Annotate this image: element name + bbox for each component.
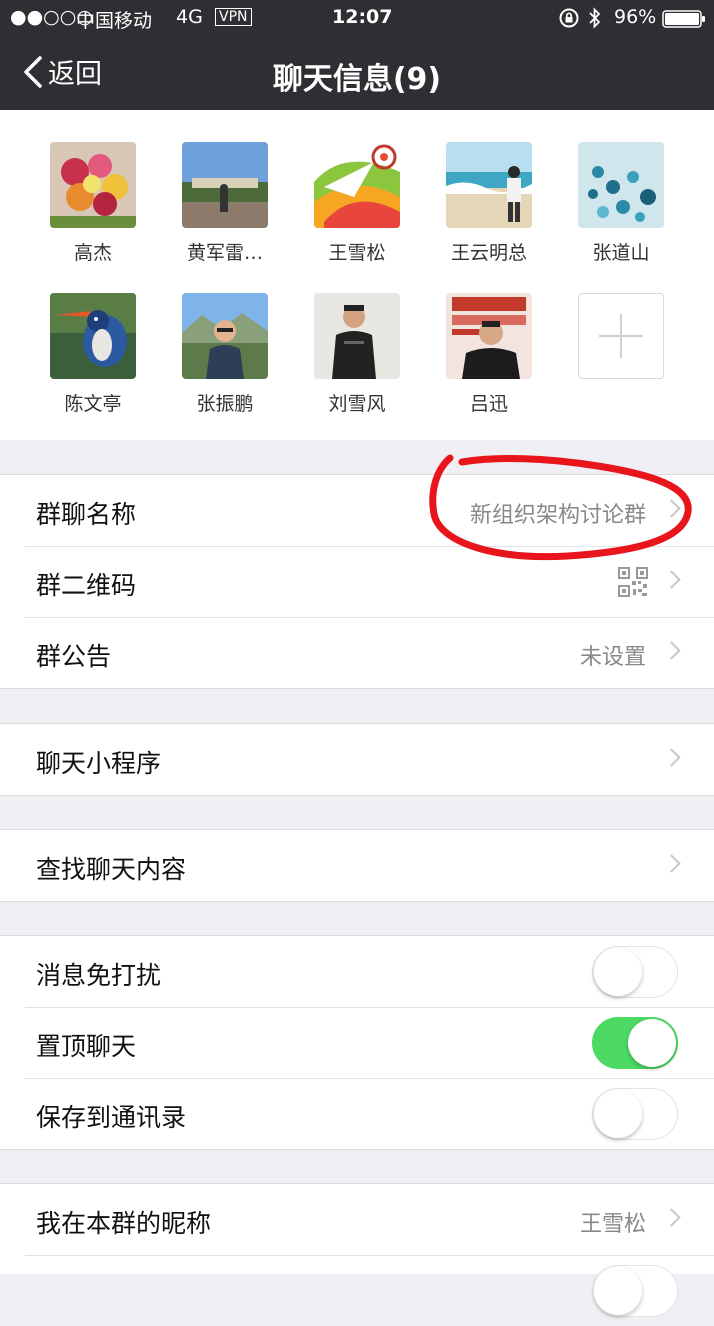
- red-annotation-circle: [429, 454, 692, 561]
- avatar[interactable]: [578, 142, 664, 228]
- mini-programs-row[interactable]: 聊天小程序: [0, 724, 714, 795]
- mini-program-section: 聊天小程序: [0, 723, 714, 796]
- navigation-bar: 返回 聊天信息(9): [0, 36, 714, 110]
- member-name: 张振鹏: [196, 393, 254, 415]
- avatar[interactable]: [182, 293, 268, 379]
- member-name: 王云明总: [450, 242, 527, 264]
- member-item[interactable]: 刘雪风: [297, 293, 417, 416]
- member-item[interactable]: 张道山: [561, 142, 681, 265]
- announcement-label: 群公告: [36, 642, 112, 671]
- member-item[interactable]: 吕迅: [429, 293, 549, 416]
- member-item[interactable]: 王雪松: [297, 142, 417, 265]
- nickname-section: 我在本群的昵称 王雪松: [0, 1183, 714, 1317]
- avatar[interactable]: [314, 293, 400, 379]
- my-nickname-row[interactable]: 我在本群的昵称 王雪松: [0, 1184, 714, 1255]
- lock-rotation-icon: [558, 7, 580, 34]
- member-item[interactable]: 黄军雷…: [165, 142, 285, 265]
- member-name: 张道山: [592, 242, 650, 264]
- plus-icon[interactable]: [578, 293, 664, 379]
- member-name: 刘雪风: [328, 393, 386, 415]
- chevron-right-icon: [662, 748, 681, 767]
- toggle-section: 消息免打扰 置顶聊天 保存到通讯录: [0, 935, 714, 1150]
- my-nickname-value: 王雪松: [579, 1212, 646, 1237]
- avatar[interactable]: [446, 142, 532, 228]
- add-member-button[interactable]: [561, 293, 681, 379]
- toggle-knob: [628, 1019, 676, 1067]
- chevron-right-icon: [662, 1208, 681, 1227]
- member-item[interactable]: 陈文亭: [33, 293, 153, 416]
- member-item[interactable]: 张振鹏: [165, 293, 285, 416]
- pin-chat-label: 置顶聊天: [36, 1032, 137, 1061]
- battery-icon: [662, 10, 706, 33]
- member-item[interactable]: 王云明总: [429, 142, 549, 265]
- mute-row: 消息免打扰: [0, 936, 714, 1007]
- clock: 12:07: [332, 6, 393, 28]
- search-section: 查找聊天内容: [0, 829, 714, 902]
- announcement-value: 未设置: [579, 645, 646, 670]
- member-name: 陈文亭: [64, 393, 122, 415]
- toggle-knob: [594, 1267, 642, 1315]
- chevron-right-icon: [662, 854, 681, 873]
- page-title: 聊天信息(9): [272, 62, 442, 97]
- save-contacts-label: 保存到通讯录: [36, 1103, 187, 1132]
- member-item[interactable]: 高杰: [33, 142, 153, 265]
- toggle-knob: [594, 948, 642, 996]
- network-label: 4G: [176, 6, 203, 28]
- avatar[interactable]: [182, 142, 268, 228]
- pin-chat-row: 置顶聊天: [0, 1007, 714, 1078]
- search-content-label: 查找聊天内容: [36, 855, 187, 884]
- bluetooth-icon: [588, 7, 602, 34]
- mute-label: 消息免打扰: [36, 961, 162, 990]
- avatar[interactable]: [446, 293, 532, 379]
- avatar[interactable]: [50, 142, 136, 228]
- chevron-right-icon: [662, 641, 681, 660]
- member-name: 王雪松: [328, 242, 386, 264]
- announcement-row[interactable]: 群公告 未设置: [0, 617, 714, 688]
- mini-programs-label: 聊天小程序: [36, 749, 162, 778]
- group-qr-label: 群二维码: [36, 571, 137, 600]
- member-name: 黄军雷…: [186, 242, 263, 264]
- carrier-label: 中国移动: [76, 10, 153, 32]
- member-name: 吕迅: [469, 393, 508, 415]
- toggle-knob: [594, 1090, 642, 1138]
- avatar[interactable]: [50, 293, 136, 379]
- partial-toggle[interactable]: [592, 1265, 678, 1317]
- status-bar: ●●○○○ 中国移动 4G VPN 12:07 96%: [0, 0, 714, 36]
- vpn-badge: VPN: [215, 8, 252, 26]
- search-content-row[interactable]: 查找聊天内容: [0, 830, 714, 901]
- group-name-label: 群聊名称: [36, 500, 137, 529]
- battery-percent: 96%: [614, 6, 657, 28]
- member-grid: 高杰 黄军雷… 王雪松 王云明总 张道山 陈文亭 张振鹏 刘雪风 吕迅: [0, 110, 714, 440]
- next-row: [0, 1255, 714, 1326]
- my-nickname-label: 我在本群的昵称: [36, 1209, 212, 1238]
- chevron-right-icon: [662, 570, 681, 589]
- mute-toggle[interactable]: [592, 946, 678, 998]
- save-contacts-toggle[interactable]: [592, 1088, 678, 1140]
- avatar[interactable]: [314, 142, 400, 228]
- member-name: 高杰: [73, 242, 112, 264]
- save-contacts-row: 保存到通讯录: [0, 1078, 714, 1149]
- pin-chat-toggle[interactable]: [592, 1017, 678, 1069]
